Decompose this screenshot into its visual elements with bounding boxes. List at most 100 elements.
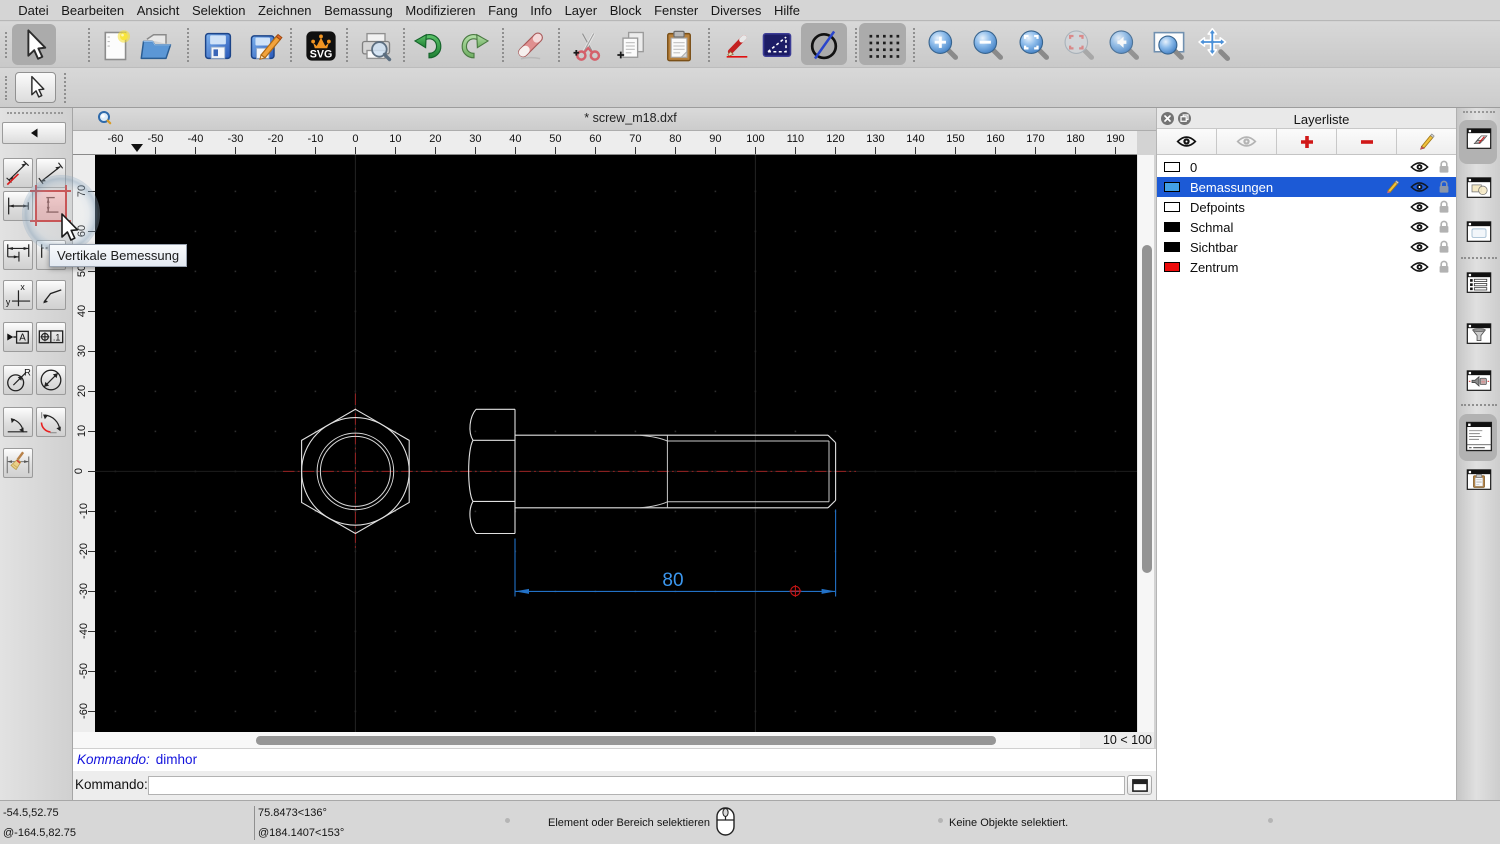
drawing-canvas[interactable]: 80 [95, 155, 1137, 732]
pencil-icon[interactable] [1385, 180, 1401, 194]
tool-dim-arc[interactable] [35, 406, 66, 437]
menu-hilfe[interactable]: Hilfe [768, 3, 807, 18]
menu-layer[interactable]: Layer [558, 3, 603, 18]
layer-row-0[interactable]: 0 [1157, 157, 1456, 177]
vertical-scrollbar[interactable] [1137, 155, 1154, 732]
menu-fenster[interactable]: Fenster [648, 3, 705, 18]
print-preview-button[interactable] [358, 28, 394, 64]
layer-row-defpoints[interactable]: Defpoints [1157, 197, 1456, 217]
dock-drag-handle[interactable] [1463, 111, 1495, 116]
dock-block-list-button[interactable] [1464, 174, 1494, 202]
menu-info[interactable]: Info [524, 3, 558, 18]
svg-export-button[interactable]: SVG [303, 28, 339, 64]
tool-dim-diametric[interactable] [35, 364, 66, 395]
dock-clipboard-button[interactable] [1464, 466, 1494, 494]
tool-dim-text[interactable]: A [3, 322, 33, 352]
dock-library-browser-button[interactable] [1464, 218, 1494, 246]
menu-bemassung[interactable]: Bemassung [318, 3, 399, 18]
layer-color-swatch[interactable] [1164, 242, 1180, 252]
hruler-tick [835, 147, 837, 154]
command-window-button[interactable] [1127, 775, 1152, 795]
menu-bearbeiten[interactable]: Bearbeiten [55, 3, 130, 18]
select-option-button[interactable] [15, 72, 56, 103]
show-all-layers-button[interactable] [1157, 129, 1217, 154]
layer-row-sichtbar[interactable]: Sichtbar [1157, 237, 1456, 257]
menu-diverses[interactable]: Diverses [704, 3, 767, 18]
layer-color-swatch[interactable] [1164, 162, 1180, 172]
tool-dim-aligned[interactable] [3, 158, 33, 188]
layer-color-swatch[interactable] [1164, 182, 1180, 192]
toolbar-separator [708, 28, 710, 62]
layer-lock-icon[interactable] [1438, 200, 1450, 214]
layer-visibility-eye-icon[interactable] [1410, 241, 1429, 253]
dock-command-widget-button[interactable] [1464, 420, 1494, 453]
menu-selektion[interactable]: Selektion [186, 3, 252, 18]
save-button[interactable] [200, 28, 236, 64]
new-document-button[interactable] [98, 28, 134, 64]
tool-dim-tolerance[interactable]: .1 [35, 322, 66, 352]
layer-color-swatch[interactable] [1164, 222, 1180, 232]
dock-selection-filter-button[interactable] [1464, 320, 1494, 348]
menu-ansicht[interactable]: Ansicht [130, 3, 185, 18]
polar-coordinates: 75.8473<136° [258, 807, 327, 819]
menu-zeichnen[interactable]: Zeichnen [252, 3, 318, 18]
tool-dim-linear[interactable] [35, 158, 66, 188]
delete-button[interactable] [512, 28, 548, 64]
vruler-tick [88, 391, 95, 393]
copy-button[interactable] [614, 28, 650, 64]
cut-button[interactable] [569, 28, 605, 64]
palette-back-button[interactable] [2, 122, 66, 144]
add-layer-button[interactable] [1277, 129, 1337, 154]
dock-entity-list-button[interactable] [1464, 269, 1494, 297]
hide-all-layers-button[interactable] [1217, 129, 1277, 154]
command-input[interactable] [148, 775, 1125, 795]
tool-dim-horizontal[interactable] [3, 190, 33, 221]
layer-row-schmal[interactable]: Schmal [1157, 217, 1456, 237]
undo-button[interactable] [411, 28, 447, 64]
redo-button[interactable] [456, 28, 492, 64]
dock-layer-list-button[interactable] [1464, 125, 1494, 153]
horizontal-ruler: -60 -50 -40 -30 -20 -10 0 10 20 30 40 50 60 70 80 90 100… [73, 131, 1137, 155]
menu-modifizieren[interactable]: Modifizieren [399, 3, 482, 18]
layer-lock-icon[interactable] [1438, 180, 1450, 194]
save-as-button[interactable] [247, 28, 283, 64]
horizontal-scrollbar[interactable] [73, 732, 1137, 748]
dock-debugger-button[interactable] [1464, 367, 1494, 395]
document-titlebar[interactable]: * screw_m18.dxf [73, 108, 1156, 131]
remove-layer-button[interactable] [1337, 129, 1397, 154]
select-tool-button[interactable] [16, 27, 52, 63]
palette-drag-handle[interactable] [7, 112, 63, 117]
paste-button[interactable] [661, 28, 697, 64]
toolbar-drag-handle[interactable] [5, 32, 7, 58]
layer-lock-icon[interactable] [1438, 160, 1450, 174]
layer-visibility-eye-icon[interactable] [1410, 261, 1429, 273]
back-triangle-icon [31, 128, 38, 138]
layer-lock-icon[interactable] [1438, 240, 1450, 254]
horizontal-scrollbar-handle[interactable] [256, 736, 996, 745]
menu-fang[interactable]: Fang [482, 3, 524, 18]
layer-lock-icon[interactable] [1438, 260, 1450, 274]
layer-visibility-eye-icon[interactable] [1410, 201, 1429, 213]
edit-layer-button[interactable] [1397, 129, 1456, 154]
tool-dim-baseline[interactable] [3, 240, 33, 270]
vertical-scrollbar-handle[interactable] [1141, 245, 1152, 573]
layer-visibility-eye-icon[interactable] [1410, 221, 1429, 233]
toolbar-drag-handle[interactable] [5, 76, 7, 100]
tool-dim-ordinate[interactable]: x y [3, 280, 33, 310]
tool-dim-angular[interactable] [3, 406, 33, 437]
tool-dim-regenerate[interactable] [3, 448, 33, 478]
open-file-button[interactable] [139, 28, 175, 64]
menu-block[interactable]: Block [603, 3, 647, 18]
vruler-tick [88, 351, 95, 353]
layer-color-swatch[interactable] [1164, 202, 1180, 212]
layer-row-bemassungen[interactable]: Bemassungen [1157, 177, 1456, 197]
layer-row-zentrum[interactable]: Zentrum [1157, 257, 1456, 277]
tool-dim-radial[interactable]: R [3, 364, 33, 395]
layer-color-swatch[interactable] [1164, 262, 1180, 272]
tool-dim-leader[interactable] [35, 280, 66, 310]
layer-visibility-eye-icon[interactable] [1410, 181, 1429, 193]
layer-lock-icon[interactable] [1438, 220, 1450, 234]
pen-edit-button[interactable] [722, 28, 752, 64]
menu-datei[interactable]: Datei [12, 3, 55, 18]
layer-visibility-eye-icon[interactable] [1410, 161, 1429, 173]
